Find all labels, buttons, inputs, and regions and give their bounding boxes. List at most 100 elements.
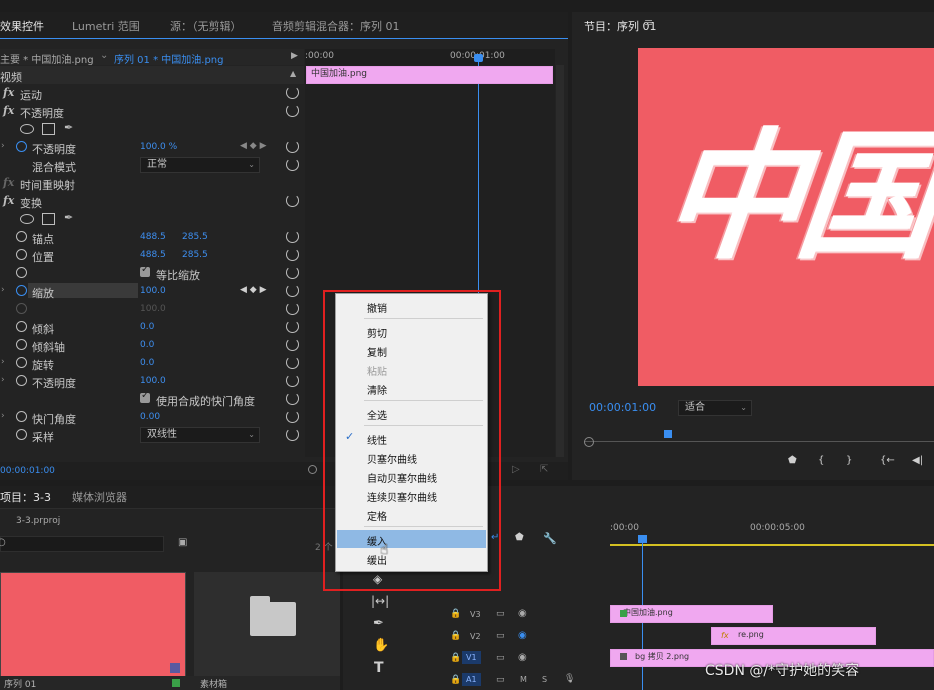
keyframe-nav-icon[interactable]: ◀ ◆ ▶ — [240, 141, 267, 151]
row-sampling[interactable]: 采样 双线性 ⌄ — [0, 426, 304, 444]
position-y-value[interactable]: 285.5 — [182, 250, 208, 260]
eye-icon[interactable]: ◉ — [518, 652, 527, 663]
row-uniform-scale[interactable]: 等比缩放 — [0, 264, 304, 282]
ellipse-mask-icon[interactable] — [20, 124, 34, 134]
zoom-slider-handle-icon[interactable] — [308, 465, 317, 474]
source-sequence-label[interactable]: 序列 01 * 中国加油.png — [114, 51, 223, 66]
reset-icon[interactable] — [286, 230, 299, 243]
mic-icon[interactable]: 🎙 — [564, 674, 575, 684]
effect-footer-timecode[interactable]: 00:00:01:00 — [0, 466, 55, 476]
sampling-select[interactable]: 双线性 ⌄ — [140, 427, 260, 443]
tab-media-browser[interactable]: 媒体浏览器 — [72, 489, 127, 505]
stopwatch-icon[interactable] — [16, 357, 27, 368]
reset-icon[interactable] — [286, 320, 299, 333]
reset-icon[interactable] — [286, 338, 299, 351]
marker-icon[interactable]: ⬟ — [515, 532, 524, 543]
stopwatch-icon[interactable] — [16, 249, 27, 260]
tab-audio-clip-mixer[interactable]: 音频剪辑混合器：序列 01 — [272, 18, 400, 34]
rotation-value[interactable]: 0.0 — [140, 358, 154, 368]
stopwatch-icon[interactable] — [16, 375, 27, 386]
lock-icon[interactable]: 🔒 — [450, 631, 461, 641]
reset-icon[interactable] — [286, 158, 299, 171]
thumb-bin[interactable] — [194, 572, 340, 676]
sync-icon[interactable]: ▭ — [496, 675, 505, 685]
playhead-handle-icon[interactable] — [474, 54, 483, 62]
opacity-value[interactable]: 100.0 % — [140, 142, 177, 152]
reset-icon[interactable] — [286, 428, 299, 441]
reset-icon[interactable] — [286, 194, 299, 207]
marker-icon[interactable]: ⬟ — [788, 455, 797, 466]
eye-icon[interactable]: ◉ — [518, 630, 527, 641]
expand-triangle-icon[interactable]: › — [1, 375, 5, 385]
chevron-down-icon[interactable]: ⌄ — [100, 50, 108, 61]
go-to-in-icon[interactable]: {← — [880, 455, 895, 466]
pen-mask-icon[interactable]: ✒ — [64, 121, 73, 134]
row-scale[interactable]: › 缩放 100.0 ◀ ◆ ▶ — [0, 282, 304, 300]
effect-clip-bar[interactable]: 中国加油.png — [306, 66, 553, 84]
track-v1[interactable]: 🔒 V1 ▭ ◉ — [343, 648, 605, 670]
program-timecode[interactable]: 00:00:01:00 — [589, 401, 656, 414]
tab-lumetri-scopes[interactable]: Lumetri 范围 — [72, 18, 140, 34]
track-v2[interactable]: 🔒 V2 ▭ ◉ — [343, 626, 605, 648]
row-time-remap[interactable]: fx 时间重映射 — [0, 174, 304, 192]
row-position[interactable]: 位置 488.5 285.5 — [0, 246, 304, 264]
row-anchor[interactable]: 锚点 488.5 285.5 — [0, 228, 304, 246]
reset-icon[interactable] — [286, 410, 299, 423]
row-transform[interactable]: fx 变换 — [0, 192, 304, 210]
export-icon[interactable]: ⇱ — [540, 464, 548, 475]
wrench-icon[interactable]: 🔧 — [543, 532, 557, 545]
anchor-x-value[interactable]: 488.5 — [140, 232, 166, 242]
row-skew[interactable]: 倾斜 0.0 — [0, 318, 304, 336]
mark-in-icon[interactable]: { — [818, 455, 824, 466]
reset-icon[interactable] — [286, 374, 299, 387]
step-back-icon[interactable]: ◀| — [912, 455, 923, 466]
mark-out-icon[interactable]: } — [846, 455, 852, 466]
sync-icon[interactable]: ▭ — [496, 653, 505, 663]
row-opacity-2[interactable]: › 不透明度 100.0 — [0, 372, 304, 390]
timeline-playhead-handle-icon[interactable] — [638, 535, 647, 543]
clip-v3[interactable]: 中国加油.png — [610, 605, 773, 623]
stopwatch-icon[interactable] — [16, 141, 27, 152]
stopwatch-icon[interactable] — [16, 411, 27, 422]
row-rotation[interactable]: › 旋转 0.0 — [0, 354, 304, 372]
stopwatch-icon[interactable] — [16, 429, 27, 440]
stopwatch-icon[interactable] — [16, 321, 27, 332]
row-motion[interactable]: fx 运动 — [0, 84, 304, 102]
pen-mask-icon[interactable]: ✒ — [64, 211, 73, 224]
fit-select[interactable]: 适合 ⌄ — [678, 400, 752, 416]
work-area-bar[interactable] — [610, 544, 934, 546]
skew-value[interactable]: 0.0 — [140, 322, 154, 332]
rectangle-mask-icon[interactable] — [42, 123, 55, 135]
clip-v2[interactable]: re.png — [711, 627, 876, 645]
play-triangle-icon[interactable]: ▶ — [291, 51, 298, 61]
rectangle-mask-icon[interactable] — [42, 213, 55, 225]
row-skew-axis[interactable]: 倾斜轴 0.0 — [0, 336, 304, 354]
reset-icon[interactable] — [286, 248, 299, 261]
scale-value[interactable]: 100.0 — [140, 286, 166, 296]
anchor-y-value[interactable]: 285.5 — [182, 232, 208, 242]
reset-icon[interactable] — [286, 284, 299, 297]
effect-timeline-ruler[interactable]: :00:00 00:00:01:00 — [305, 49, 555, 65]
stopwatch-icon[interactable] — [16, 339, 27, 350]
row-opacity[interactable]: › 不透明度 100.0 % ◀ ◆ ▶ — [0, 138, 304, 156]
row-opacity-group[interactable]: fx 不透明度 — [0, 102, 304, 120]
source-master-label[interactable]: 主要 * 中国加油.png — [0, 51, 94, 66]
program-scrub-bar[interactable] — [584, 428, 934, 447]
skew-axis-value[interactable]: 0.0 — [140, 340, 154, 350]
eye-icon[interactable]: ◉ — [518, 608, 527, 619]
keyframe-nav-icon[interactable]: ◀ ◆ ▶ — [240, 285, 267, 295]
stopwatch-icon[interactable] — [16, 285, 27, 296]
expand-triangle-icon[interactable]: › — [1, 285, 5, 295]
blend-mode-select[interactable]: 正常 ⌄ — [140, 157, 260, 173]
uniform-scale-checkbox[interactable] — [140, 264, 150, 277]
tab-effect-controls[interactable]: 效果控件 — [0, 18, 44, 34]
program-canvas[interactable]: 中国 — [638, 48, 934, 386]
expand-triangle-icon[interactable]: › — [1, 411, 5, 421]
mute-icon[interactable]: M — [520, 675, 527, 684]
row-composite-shutter[interactable]: 使用合成的快门角度 — [0, 390, 304, 408]
reset-icon[interactable] — [286, 302, 299, 315]
sync-icon[interactable]: ▭ — [496, 631, 505, 641]
new-bin-icon[interactable]: ▣ — [178, 537, 187, 548]
timeline-ruler[interactable]: :00:00 00:00:05:00 — [610, 518, 934, 548]
sync-icon[interactable]: ▭ — [496, 609, 505, 619]
